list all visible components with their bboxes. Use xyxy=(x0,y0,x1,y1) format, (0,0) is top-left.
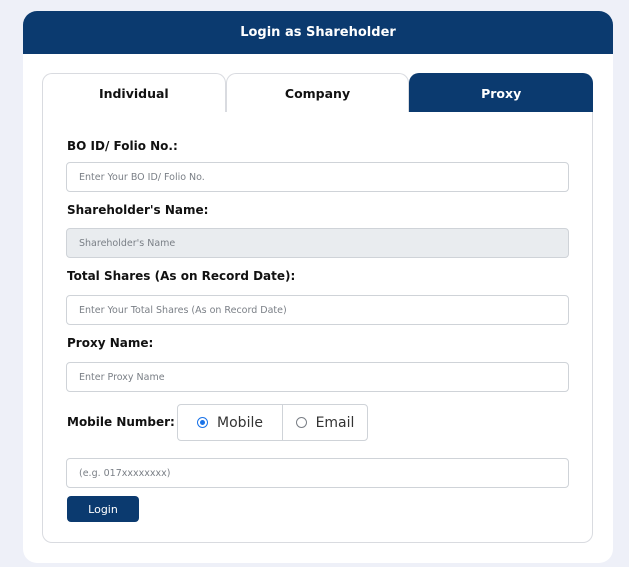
proxy-name-label: Proxy Name: xyxy=(67,336,154,350)
email-radio-option[interactable]: Email xyxy=(283,405,367,440)
contact-method-group: Mobile Email xyxy=(177,404,368,441)
bo-id-input[interactable] xyxy=(66,162,569,192)
mobile-radio-label: Mobile xyxy=(217,414,263,431)
mobile-number-input[interactable] xyxy=(66,458,569,488)
shareholder-name-label: Shareholder's Name: xyxy=(67,203,209,217)
tab-individual[interactable]: Individual xyxy=(42,73,226,112)
email-radio-label: Email xyxy=(315,414,355,431)
mobile-number-label: Mobile Number: xyxy=(67,415,175,429)
tab-company[interactable]: Company xyxy=(225,73,410,112)
mobile-radio-checked-icon[interactable] xyxy=(197,417,209,428)
card-header: Login as Shareholder xyxy=(23,11,613,54)
mobile-radio-option[interactable]: Mobile xyxy=(178,405,283,440)
total-shares-input[interactable] xyxy=(66,295,569,325)
shareholder-name-input xyxy=(66,228,569,258)
login-type-tabs: Individual Company Proxy xyxy=(42,73,594,112)
proxy-form-panel: BO ID/ Folio No.: Shareholder's Name: To… xyxy=(42,112,593,543)
tab-proxy[interactable]: Proxy xyxy=(409,73,594,112)
email-radio-unchecked-icon[interactable] xyxy=(295,417,307,428)
login-card: Login as Shareholder Individual Company … xyxy=(23,11,613,563)
bo-id-label: BO ID/ Folio No.: xyxy=(67,139,178,153)
total-shares-label: Total Shares (As on Record Date): xyxy=(67,269,296,283)
card-title: Login as Shareholder xyxy=(240,25,396,40)
proxy-name-input[interactable] xyxy=(66,362,569,392)
login-button[interactable]: Login xyxy=(67,496,139,522)
